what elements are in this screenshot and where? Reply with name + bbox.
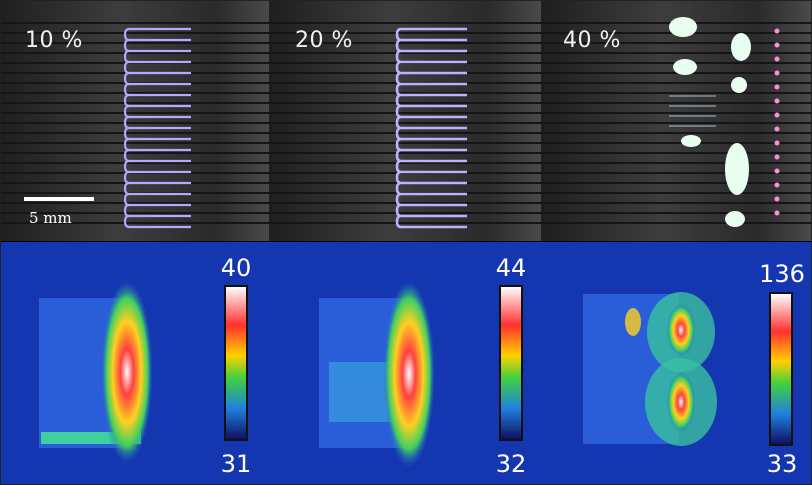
colorbar-min-2: 32 (495, 450, 527, 478)
scale-bar (24, 197, 94, 201)
figure: 10 % 5 mm 20 % 40 % 40 31 44 32 136 33 (0, 0, 812, 485)
photo-panel-40: 40 % (541, 1, 811, 241)
electrode-tip-glow (774, 140, 780, 146)
colorbar-2 (499, 285, 523, 441)
electrode-tip-glow (774, 84, 780, 90)
electrode-tip-glow (774, 70, 780, 76)
electrode-tip-glow (774, 98, 780, 104)
colorbar-min-1: 31 (220, 450, 252, 478)
photo-row: 10 % 5 mm 20 % 40 % (1, 1, 811, 241)
electrode-tip-glow (774, 126, 780, 132)
thermal-panel-3: 136 33 (541, 242, 811, 484)
electrode-tip-glow (774, 154, 780, 160)
hotspot (725, 211, 745, 227)
electrode-tip-glow (774, 42, 780, 48)
hotspot (731, 33, 751, 61)
thermal-panel-1: 40 31 (1, 242, 269, 484)
scale-bar-label: 5 mm (29, 209, 72, 227)
percent-label-10: 10 % (25, 28, 83, 53)
electrode-tip-glow (774, 56, 780, 62)
electrode-tip-glow (774, 210, 780, 216)
thermal-panel-2: 44 32 (269, 242, 541, 484)
electrode-tip-glow (774, 168, 780, 174)
colorbar-max-2: 44 (495, 254, 527, 282)
electrode-tip-glow (774, 28, 780, 34)
electrode-tip-glow (774, 182, 780, 188)
hotspot (669, 17, 697, 37)
hotspot (731, 77, 747, 93)
hotspot (681, 135, 701, 147)
thermal-row: 40 31 44 32 136 33 (1, 242, 811, 484)
photo-panel-10: 10 % 5 mm (1, 1, 269, 241)
electrode-tip-glow (774, 112, 780, 118)
colorbar-1 (224, 285, 248, 441)
colorbar-3 (769, 292, 793, 446)
photo-panel-20: 20 % (269, 1, 541, 241)
colorbar-max-3: 136 (759, 260, 805, 288)
colorbar-max-1: 40 (220, 254, 252, 282)
hotspot (725, 143, 749, 195)
colorbar-min-3: 33 (766, 450, 798, 478)
percent-label-20: 20 % (295, 28, 353, 53)
electrode-tip-glow (774, 196, 780, 202)
percent-label-40: 40 % (563, 28, 621, 53)
hotspot (673, 59, 697, 75)
